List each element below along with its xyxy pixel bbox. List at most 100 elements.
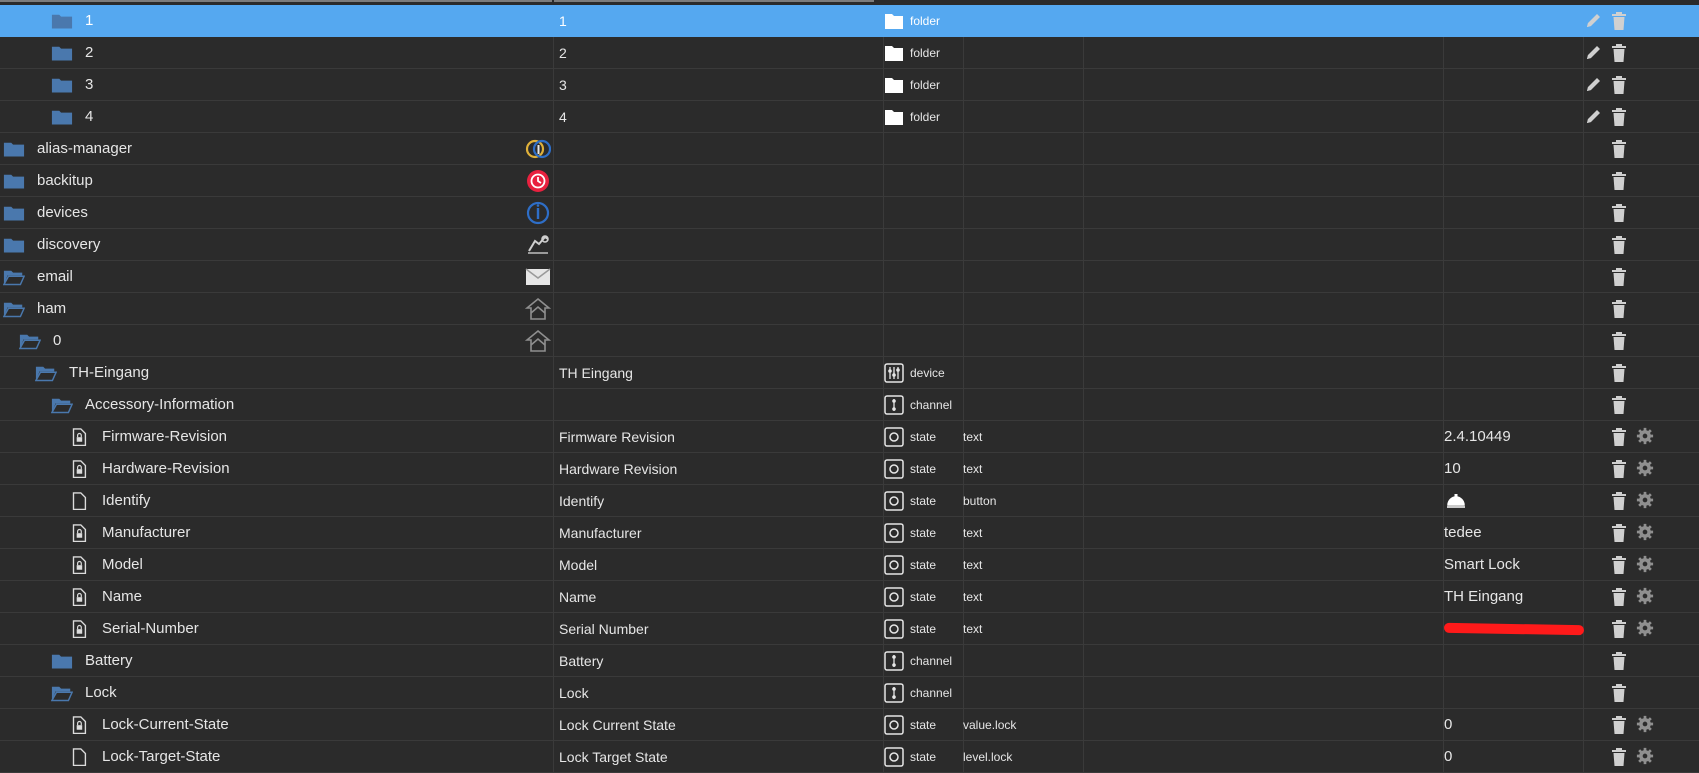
tree-row[interactable]: email	[0, 261, 1699, 293]
tree-row-value[interactable]: Smart Lock	[1444, 549, 1584, 580]
tree-row-id[interactable]: Lock-Current-State	[0, 709, 553, 740]
tree-row-value[interactable]	[1444, 645, 1584, 676]
tree-row-id[interactable]: Accessory-Information	[0, 389, 553, 420]
tree-row[interactable]: Identify Identify state button	[0, 485, 1699, 517]
tree-row-name[interactable]: Identify	[559, 485, 879, 516]
tree-row-id[interactable]: Hardware-Revision	[0, 453, 553, 484]
delete-icon[interactable]	[1610, 267, 1628, 287]
file-lock-icon[interactable]	[68, 427, 90, 446]
delete-icon[interactable]	[1610, 235, 1628, 255]
button-press-icon[interactable]	[1444, 492, 1468, 510]
file-lock-icon[interactable]	[68, 587, 90, 606]
tree-row[interactable]: Accessory-Information channel	[0, 389, 1699, 421]
tree-row-id[interactable]: 3	[0, 69, 553, 100]
tree-row-name[interactable]: Name	[559, 581, 879, 612]
gear-icon[interactable]	[1636, 619, 1654, 639]
tree-row[interactable]: alias-manager	[0, 133, 1699, 165]
tree-row-name[interactable]: 1	[559, 5, 879, 36]
delete-icon[interactable]	[1610, 619, 1628, 639]
folder-open-icon[interactable]	[2, 268, 26, 286]
tree-row-value[interactable]: TH Eingang	[1444, 581, 1584, 612]
tree-row[interactable]: Lock Lock channel	[0, 677, 1699, 709]
tree-row-name[interactable]	[559, 229, 879, 260]
folder-open-icon[interactable]	[34, 364, 58, 382]
tree-row-value[interactable]: 2.4.10449	[1444, 421, 1584, 452]
delete-icon[interactable]	[1610, 715, 1628, 735]
tree-row[interactable]: Lock-Current-State Lock Current State stat…	[0, 709, 1699, 741]
tree-row-name[interactable]: 2	[559, 37, 879, 68]
edit-icon[interactable]	[1584, 75, 1602, 95]
tree-row[interactable]: Lock-Target-State Lock Target State state l…	[0, 741, 1699, 773]
folder-open-icon[interactable]	[50, 396, 74, 414]
tree-row-id[interactable]: 2	[0, 37, 553, 68]
tree-row-id[interactable]: Identify	[0, 485, 553, 516]
tree-row-value[interactable]	[1444, 613, 1584, 644]
tree-row-value[interactable]	[1444, 197, 1584, 228]
tree-row[interactable]: devices	[0, 197, 1699, 229]
delete-icon[interactable]	[1610, 459, 1628, 479]
tree-row-name[interactable]: Serial Number	[559, 613, 879, 644]
delete-icon[interactable]	[1610, 395, 1628, 415]
tree-row-id[interactable]: alias-manager	[0, 133, 553, 164]
gear-icon[interactable]	[1636, 523, 1654, 543]
tree-row-value[interactable]: 0	[1444, 709, 1584, 740]
delete-icon[interactable]	[1610, 331, 1628, 351]
tree-row[interactable]: Manufacturer Manufacturer state text tedee	[0, 517, 1699, 549]
gear-icon[interactable]	[1636, 491, 1654, 511]
resize-handle-right[interactable]	[554, 0, 874, 2]
tree-row-value[interactable]	[1444, 229, 1584, 260]
gear-icon[interactable]	[1636, 555, 1654, 575]
delete-icon[interactable]	[1610, 43, 1628, 63]
tree-row-name[interactable]: Hardware Revision	[559, 453, 879, 484]
folder-open-icon[interactable]	[2, 300, 26, 318]
gear-icon[interactable]	[1636, 587, 1654, 607]
delete-icon[interactable]	[1610, 683, 1628, 703]
tree-row-id[interactable]: Battery	[0, 645, 553, 676]
tree-row[interactable]: ham	[0, 293, 1699, 325]
tree-row-id[interactable]: Manufacturer	[0, 517, 553, 548]
tree-row[interactable]: TH-Eingang TH Eingang device	[0, 357, 1699, 389]
tree-row[interactable]: 1 1 folder	[0, 5, 1699, 37]
delete-icon[interactable]	[1610, 11, 1628, 31]
tree-row-id[interactable]: backitup	[0, 165, 553, 196]
delete-icon[interactable]	[1610, 747, 1628, 767]
edit-icon[interactable]	[1584, 107, 1602, 127]
gear-icon[interactable]	[1636, 427, 1654, 447]
tree-row-value[interactable]	[1444, 325, 1584, 356]
tree-row-value[interactable]	[1444, 101, 1584, 132]
tree-row[interactable]: Firmware-Revision Firmware Revision state t…	[0, 421, 1699, 453]
delete-icon[interactable]	[1610, 299, 1628, 319]
tree-row-name[interactable]: Battery	[559, 645, 879, 676]
folder-closed-icon[interactable]	[51, 44, 73, 62]
delete-icon[interactable]	[1610, 363, 1628, 383]
folder-closed-icon[interactable]	[51, 652, 73, 670]
tree-row[interactable]: Hardware-Revision Hardware Revision state t…	[0, 453, 1699, 485]
folder-closed-icon[interactable]	[51, 108, 73, 126]
delete-icon[interactable]	[1610, 75, 1628, 95]
tree-row-id[interactable]: Serial-Number	[0, 613, 553, 644]
tree-row-name[interactable]	[559, 133, 879, 164]
resize-handle-left[interactable]	[0, 0, 552, 2]
tree-row-id[interactable]: 0	[0, 325, 553, 356]
file-lock-icon[interactable]	[68, 459, 90, 478]
gear-icon[interactable]	[1636, 715, 1654, 735]
tree-row[interactable]: 3 3 folder	[0, 69, 1699, 101]
tree-row-name[interactable]: Model	[559, 549, 879, 580]
tree-row-id[interactable]: Name	[0, 581, 553, 612]
tree-row-name[interactable]	[559, 293, 879, 324]
tree-row-id[interactable]: 4	[0, 101, 553, 132]
tree-row-name[interactable]: 4	[559, 101, 879, 132]
tree-row-id[interactable]: 1	[0, 5, 553, 36]
tree-row-value[interactable]: tedee	[1444, 517, 1584, 548]
tree-row[interactable]: Battery Battery channel	[0, 645, 1699, 677]
tree-row-name[interactable]: Lock	[559, 677, 879, 708]
tree-row-name[interactable]	[559, 325, 879, 356]
tree-row[interactable]: discovery	[0, 229, 1699, 261]
delete-icon[interactable]	[1610, 203, 1628, 223]
folder-closed-icon[interactable]	[3, 172, 25, 190]
tree-row[interactable]: Name Name state text TH Eingang	[0, 581, 1699, 613]
tree-row[interactable]: 2 2 folder	[0, 37, 1699, 69]
tree-row-value[interactable]	[1444, 69, 1584, 100]
edit-icon[interactable]	[1584, 43, 1602, 63]
file-lock-icon[interactable]	[68, 619, 90, 638]
